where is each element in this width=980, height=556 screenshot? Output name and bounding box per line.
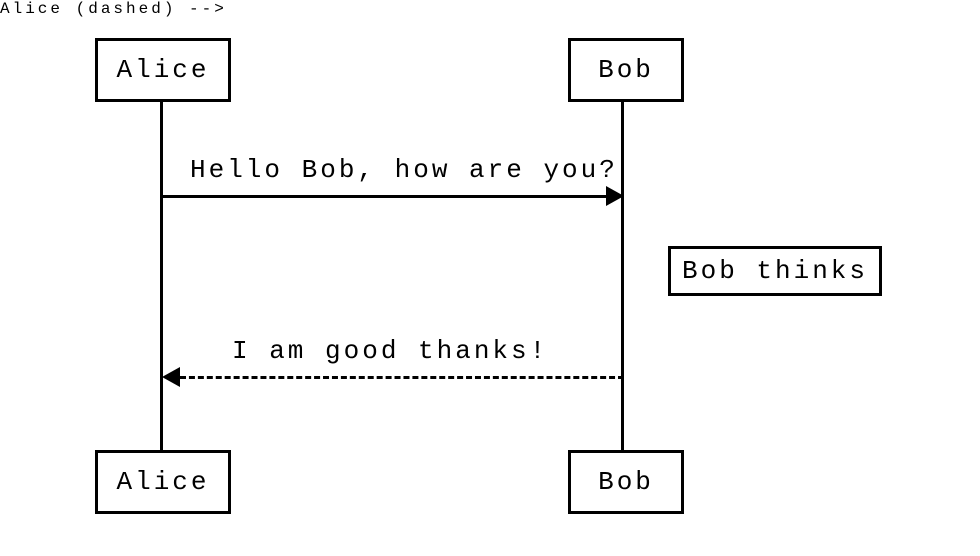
message-1-arrowhead bbox=[606, 186, 624, 206]
message-2-line bbox=[180, 376, 624, 379]
message-1-label: Hello Bob, how are you? bbox=[190, 155, 618, 185]
lifeline-bob bbox=[621, 102, 624, 450]
participant-bob-top: Bob bbox=[568, 38, 684, 102]
lifeline-alice bbox=[160, 102, 163, 450]
message-1-line bbox=[162, 195, 606, 198]
note-bob-thinks: Bob thinks bbox=[668, 246, 882, 296]
sequence-diagram: Alice Bob Hello Bob, how are you? Bob th… bbox=[0, 0, 980, 556]
participant-alice-bottom: Alice bbox=[95, 450, 231, 514]
message-2-arrowhead bbox=[162, 367, 180, 387]
participant-bob-bottom: Bob bbox=[568, 450, 684, 514]
message-2-label: I am good thanks! bbox=[232, 336, 548, 366]
participant-alice-top: Alice bbox=[95, 38, 231, 102]
